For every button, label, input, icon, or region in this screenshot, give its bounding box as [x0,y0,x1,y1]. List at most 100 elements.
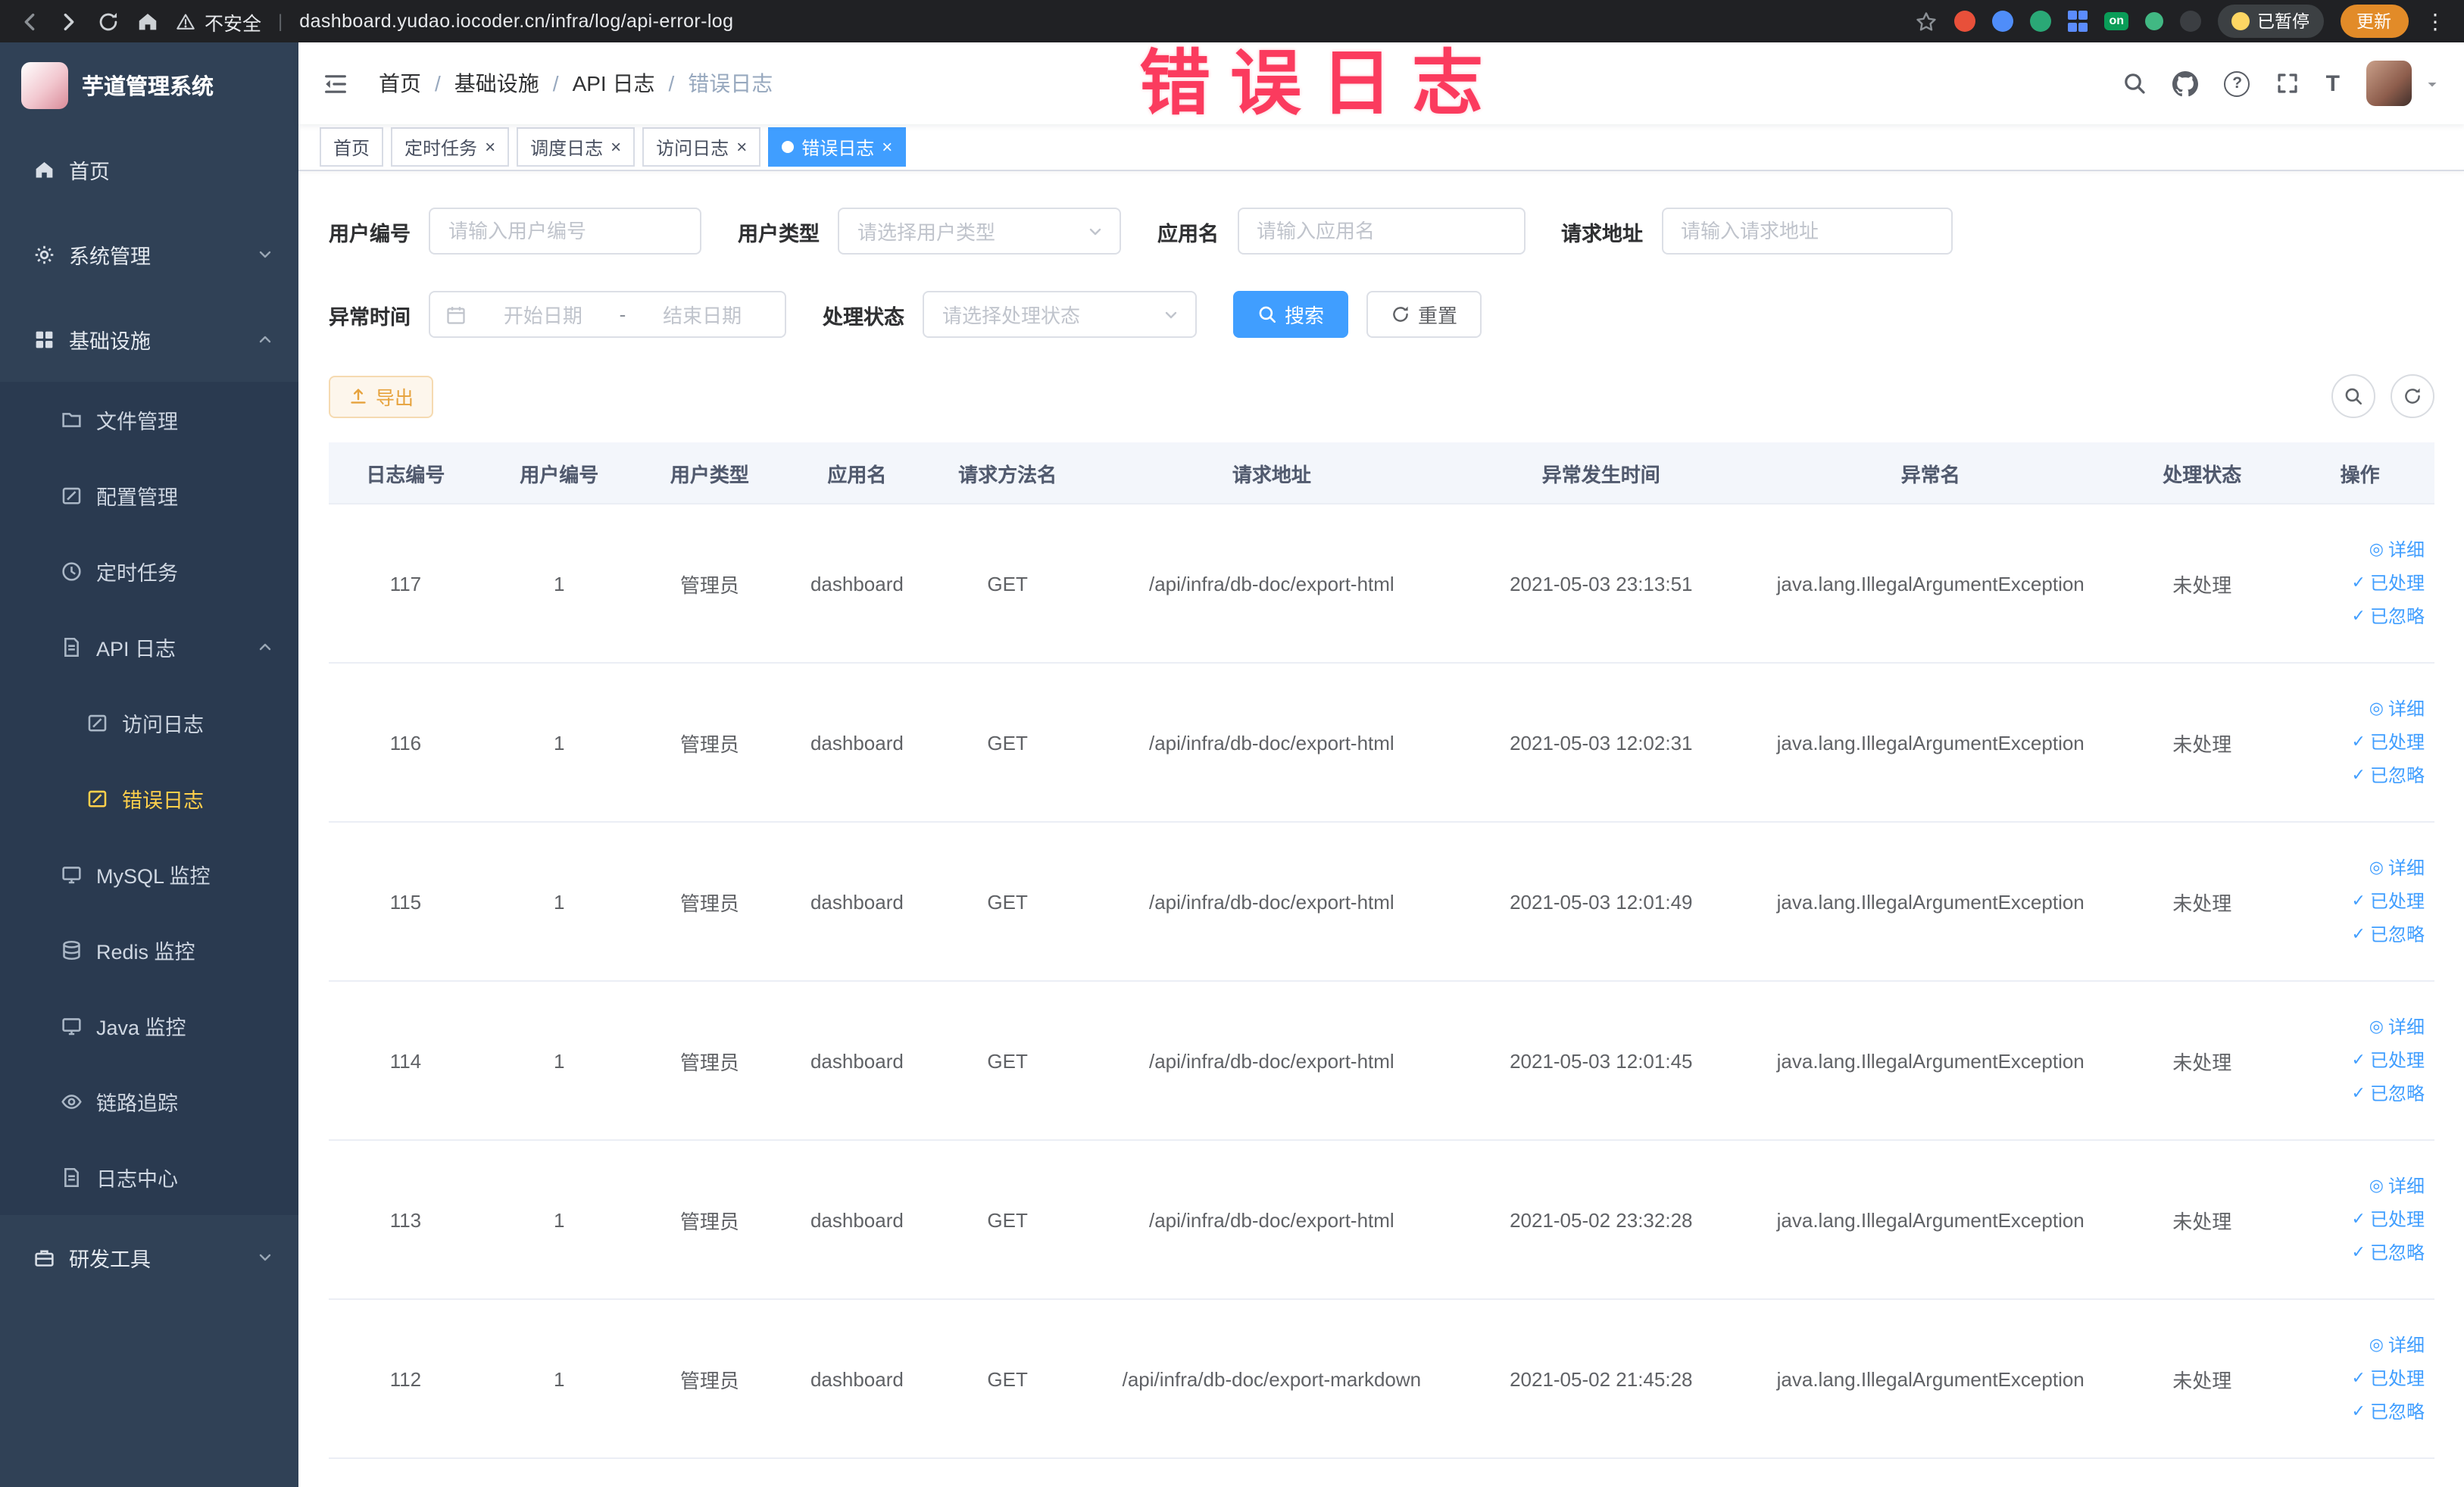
forward-icon[interactable] [58,10,80,33]
sidebar-item-mysql-monitor[interactable]: MySQL 监控 [0,836,298,912]
tab-label: 调度日志 [530,137,604,158]
reset-button[interactable]: 重置 [1366,291,1482,338]
breadcrumb-item[interactable]: API 日志 [573,68,655,98]
tab-scheduled-jobs[interactable]: 定时任务 × [391,127,510,167]
sidebar-item-label: 日志中心 [96,1168,178,1191]
back-icon[interactable] [18,10,41,33]
user-avatar[interactable] [2366,61,2411,106]
detail-link[interactable]: ◎ 详细 [2369,1330,2425,1360]
tab-label: 访问日志 [656,137,729,158]
chevron-down-icon[interactable] [2423,75,2440,92]
extension-icon-teal[interactable] [2029,11,2051,32]
tab-home[interactable]: 首页 [320,127,384,167]
breadcrumb-item[interactable]: 基础设施 [454,68,539,98]
cell-exception-name: java.lang.IllegalArgumentException [1743,663,2119,823]
filter-user-type: 用户类型 请选择用户类型 [738,208,1121,255]
cell-exception-name: java.lang.IllegalArgumentException [1743,981,2119,1141]
sidebar-item-config-mgmt[interactable]: 配置管理 [0,458,298,533]
cell-method: GET [930,822,1085,982]
sidebar-item-scheduled-jobs[interactable]: 定时任务 [0,533,298,609]
paused-chip[interactable]: 已暂停 [2218,5,2323,38]
detail-link[interactable]: ◎ 详细 [2369,1171,2425,1201]
cell-status: 未处理 [2118,1140,2287,1300]
processed-link[interactable]: ✓ 已处理 [2352,568,2425,598]
help-icon[interactable]: ? [2224,70,2250,96]
bookmark-star-icon[interactable] [1914,10,1937,33]
breadcrumb-item[interactable]: 首页 [379,68,421,98]
close-icon[interactable]: × [611,138,621,156]
sidebar-item-api-log[interactable]: API 日志 [0,609,298,685]
address-bar[interactable]: dashboard.yudao.iocoder.cn/infra/log/api… [299,11,733,32]
reload-icon[interactable] [97,10,120,33]
detail-link[interactable]: ◎ 详细 [2369,694,2425,724]
close-icon[interactable]: × [736,138,747,156]
sidebar-item-access-log[interactable]: 访问日志 [0,685,298,761]
user-no-input[interactable] [429,208,701,255]
processed-link[interactable]: ✓ 已处理 [2352,1364,2425,1394]
extension-icon-blue[interactable] [1991,11,2013,32]
sidebar-item-infrastructure[interactable]: 基础设施 [0,297,298,382]
browser-home-icon[interactable] [136,10,159,33]
breadcrumb-separator: / [552,71,559,95]
browser-menu-icon[interactable]: ⋮ [2425,11,2446,32]
app-logo[interactable]: 芋道管理系统 [0,42,298,127]
sidebar-item-file-mgmt[interactable]: 文件管理 [0,382,298,458]
sidebar-fold-icon[interactable] [323,70,348,96]
process-status-select[interactable]: 请选择处理状态 [923,291,1197,338]
ignored-link[interactable]: ✓ 已忽略 [2352,1397,2425,1427]
filter-label: 请求地址 [1561,222,1643,245]
processed-link[interactable]: ✓ 已处理 [2352,886,2425,917]
sidebar-item-trace[interactable]: 链路追踪 [0,1064,298,1139]
sidebar-item-home[interactable]: 首页 [0,127,298,212]
update-button[interactable]: 更新 [2340,5,2408,38]
cell-user-type: 管理员 [636,822,784,982]
date-range-picker[interactable]: 开始日期 - 结束日期 [429,291,786,338]
detail-link[interactable]: ◎ 详细 [2369,853,2425,883]
github-icon[interactable] [2173,70,2199,96]
close-icon[interactable]: × [485,138,495,156]
security-badge[interactable]: 不安全 [176,7,261,36]
processed-link[interactable]: ✓ 已处理 [2352,1204,2425,1235]
refresh-button[interactable] [2390,374,2434,418]
sidebar-item-redis-monitor[interactable]: Redis 监控 [0,912,298,988]
sidebar-item-dev-tools[interactable]: 研发工具 [0,1215,298,1300]
ignored-link[interactable]: ✓ 已忽略 [2352,920,2425,950]
detail-link[interactable]: ◎ 详细 [2369,1012,2425,1042]
ignored-link[interactable]: ✓ 已忽略 [2352,761,2425,791]
processed-link[interactable]: ✓ 已处理 [2352,1045,2425,1076]
chevron-down-icon [256,1248,274,1267]
col-actions: 操作 [2286,442,2434,505]
ignored-link[interactable]: ✓ 已忽略 [2352,601,2425,632]
request-url-input[interactable] [1661,208,1952,255]
processed-link[interactable]: ✓ 已处理 [2352,727,2425,758]
extension-icon-dark[interactable] [2180,11,2201,32]
tab-dispatch-log[interactable]: 调度日志 × [517,127,636,167]
cell-status: 未处理 [2118,822,2287,982]
redis-monitor-icon [61,939,83,961]
extension-icon-grid[interactable] [2067,11,2088,32]
extension-icon-green[interactable] [2145,12,2163,30]
search-button[interactable]: 搜索 [1233,291,1349,338]
user-type-select[interactable]: 请选择用户类型 [838,208,1121,255]
fullscreen-icon[interactable] [2276,71,2300,95]
toggle-search-button[interactable] [2331,374,2375,418]
ignored-link[interactable]: ✓ 已忽略 [2352,1079,2425,1109]
check-icon: ✓ [2351,892,2366,910]
app-name-input[interactable] [1237,208,1525,255]
sidebar-item-system-mgmt[interactable]: 系统管理 [0,212,298,297]
detail-link[interactable]: ◎ 详细 [2369,535,2425,565]
tab-error-log[interactable]: 错误日志 × [768,127,907,167]
close-icon[interactable]: × [882,138,892,156]
ignored-link[interactable]: ✓ 已忽略 [2352,1238,2425,1268]
search-icon[interactable] [2123,71,2147,95]
extension-icon-on[interactable]: on [2104,12,2128,30]
error-log-table: 日志编号 用户编号 用户类型 应用名 请求方法名 请求地址 异常发生时间 异常名… [329,442,2434,1459]
font-size-icon[interactable]: T [2326,72,2340,95]
sidebar-item-log-center[interactable]: 日志中心 [0,1139,298,1215]
sidebar-item-java-monitor[interactable]: Java 监控 [0,988,298,1064]
extension-icon-red[interactable] [1953,11,1975,32]
tab-access-log[interactable]: 访问日志 × [642,127,761,167]
export-button[interactable]: 导出 [329,375,434,417]
sidebar-item-error-log[interactable]: 错误日志 [0,761,298,836]
tags-bar: 首页 定时任务 × 调度日志 × 访问日志 × 错误日志 × [298,124,2464,171]
